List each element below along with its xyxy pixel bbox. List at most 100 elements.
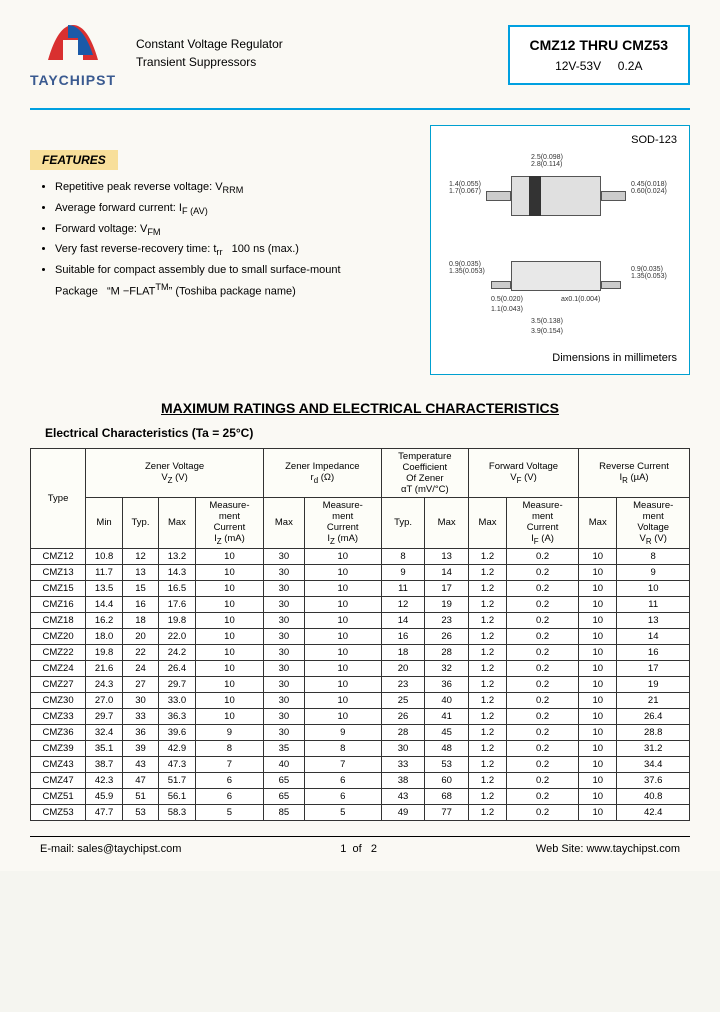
- table-row: CMZ3329.73336.310301026411.20.21026.4: [31, 708, 690, 724]
- table-cell: 10: [304, 708, 381, 724]
- table-cell: 26.4: [617, 708, 690, 724]
- table-cell: 1.2: [468, 676, 506, 692]
- table-cell: CMZ47: [31, 772, 86, 788]
- table-cell: 10: [304, 612, 381, 628]
- table-cell: 6: [304, 772, 381, 788]
- table-cell: 17: [425, 580, 469, 596]
- table-cell: 60: [425, 772, 469, 788]
- table-row: CMZ3935.13942.9835830481.20.21031.2: [31, 740, 690, 756]
- table-cell: 10: [579, 660, 617, 676]
- table-cell: 30: [264, 660, 305, 676]
- table-cell: 30: [264, 548, 305, 564]
- table-cell: 16.5: [159, 580, 196, 596]
- table-row: CMZ4742.34751.7665638601.20.21037.6: [31, 772, 690, 788]
- desc-line2: Transient Suppressors: [136, 53, 488, 71]
- table-cell: 40: [425, 692, 469, 708]
- table-cell: 5: [195, 804, 263, 820]
- header: TAYCHIPST Constant Voltage Regulator Tra…: [30, 20, 690, 88]
- table-cell: 0.2: [507, 788, 579, 804]
- table-cell: 26: [381, 708, 425, 724]
- table-cell: CMZ30: [31, 692, 86, 708]
- table-cell: 34.4: [617, 756, 690, 772]
- table-cell: 0.2: [507, 580, 579, 596]
- table-cell: 10: [579, 676, 617, 692]
- table-cell: 30: [264, 612, 305, 628]
- table-row: CMZ4338.74347.3740733531.20.21034.4: [31, 756, 690, 772]
- table-row: CMZ1816.21819.810301014231.20.21013: [31, 612, 690, 628]
- table-cell: 10: [579, 740, 617, 756]
- table-cell: 1.2: [468, 772, 506, 788]
- table-cell: 1.2: [468, 564, 506, 580]
- package-type: SOD-123: [631, 134, 677, 146]
- table-row: CMZ5145.95156.1665643681.20.21040.8: [31, 788, 690, 804]
- table-cell: 14: [617, 628, 690, 644]
- table-cell: 10: [579, 724, 617, 740]
- table-cell: 5: [304, 804, 381, 820]
- col-max: Max: [264, 498, 305, 549]
- table-cell: 10: [579, 756, 617, 772]
- table-cell: 10: [579, 596, 617, 612]
- table-cell: 8: [304, 740, 381, 756]
- table-cell: 12: [381, 596, 425, 612]
- table-cell: 11: [617, 596, 690, 612]
- table-cell: 51: [122, 788, 158, 804]
- table-cell: CMZ13: [31, 564, 86, 580]
- table-cell: CMZ24: [31, 660, 86, 676]
- table-cell: CMZ43: [31, 756, 86, 772]
- table-cell: 28: [425, 644, 469, 660]
- features-block: FEATURES Repetitive peak reverse voltage…: [30, 150, 410, 297]
- table-cell: 10: [579, 772, 617, 788]
- table-cell: 30: [264, 628, 305, 644]
- table-cell: 16: [617, 644, 690, 660]
- footer-email: E-mail: sales@taychipst.com: [40, 843, 181, 855]
- table-row: CMZ2018.02022.010301016261.20.21014: [31, 628, 690, 644]
- footer: E-mail: sales@taychipst.com 1 of 2 Web S…: [30, 837, 690, 861]
- table-cell: 30: [264, 564, 305, 580]
- feature-item: Suitable for compact assembly due to sma…: [55, 261, 410, 280]
- table-cell: 45: [425, 724, 469, 740]
- features-heading: FEATURES: [30, 150, 118, 170]
- table-cell: 33.0: [159, 692, 196, 708]
- table-cell: 13: [425, 548, 469, 564]
- table-cell: 8: [617, 548, 690, 564]
- table-cell: 42.4: [617, 804, 690, 820]
- mid-section: FEATURES Repetitive peak reverse voltage…: [30, 125, 690, 375]
- table-cell: 20: [122, 628, 158, 644]
- table-cell: 22: [122, 644, 158, 660]
- table-cell: 10: [304, 596, 381, 612]
- table-cell: 0.2: [507, 692, 579, 708]
- table-cell: CMZ15: [31, 580, 86, 596]
- table-row: CMZ2219.82224.210301018281.20.21016: [31, 644, 690, 660]
- table-cell: 10: [579, 644, 617, 660]
- divider: [30, 108, 690, 110]
- table-cell: 31.2: [617, 740, 690, 756]
- table-cell: 1.2: [468, 804, 506, 820]
- table-cell: 28.8: [617, 724, 690, 740]
- table-cell: 1.2: [468, 756, 506, 772]
- table-cell: 77: [425, 804, 469, 820]
- desc-line1: Constant Voltage Regulator: [136, 35, 488, 53]
- logo-icon: [43, 20, 103, 70]
- table-cell: CMZ36: [31, 724, 86, 740]
- table-cell: 1.2: [468, 596, 506, 612]
- table-cell: 8: [195, 740, 263, 756]
- table-cell: 32.4: [86, 724, 123, 740]
- table-cell: 9: [195, 724, 263, 740]
- table-cell: 10: [579, 580, 617, 596]
- table-cell: CMZ53: [31, 804, 86, 820]
- table-cell: 1.2: [468, 628, 506, 644]
- table-cell: 36: [122, 724, 158, 740]
- table-cell: 45.9: [86, 788, 123, 804]
- feature-item: Repetitive peak reverse voltage: VRRM: [55, 178, 410, 199]
- table-cell: 11.7: [86, 564, 123, 580]
- col-if: Measure-mentCurrentIF (A): [507, 498, 579, 549]
- side-lead-left: [491, 281, 511, 289]
- dimensions-note: Dimensions in millimeters: [552, 352, 677, 364]
- table-cell: 28: [381, 724, 425, 740]
- table-cell: 1.2: [468, 692, 506, 708]
- table-cell: 16.2: [86, 612, 123, 628]
- table-cell: 0.2: [507, 724, 579, 740]
- table-cell: CMZ20: [31, 628, 86, 644]
- table-cell: 35: [264, 740, 305, 756]
- table-cell: 10: [195, 660, 263, 676]
